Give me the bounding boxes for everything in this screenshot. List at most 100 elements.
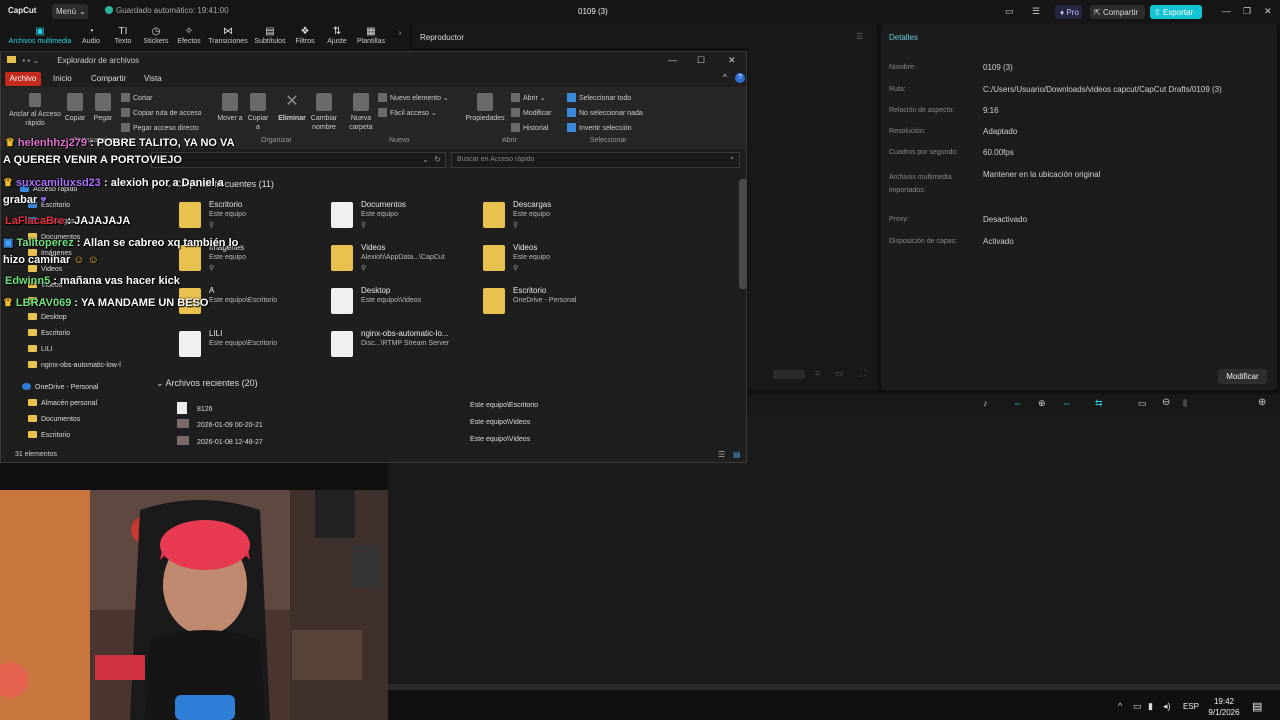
address-bar[interactable]: ⌄ ↻ [151,152,446,168]
explorer-maximize-icon[interactable]: ☐ [697,55,705,66]
edit-button[interactable]: Modificar [511,108,551,117]
rename-button[interactable]: Cambiar nombre [307,93,341,132]
player-menu-icon[interactable]: ☰ [856,32,863,41]
easy-access-button[interactable]: Fácil acceso ⌄ [378,108,437,117]
chevron-up-icon[interactable]: ^ [1118,701,1122,711]
subtitle-track-icon[interactable]: ▭ [1138,398,1147,409]
move-to-button[interactable]: Mover a [217,93,243,123]
copy-button[interactable]: Copiar [63,93,87,123]
select-all-button[interactable]: Seleccionar todo [567,93,631,102]
tab-templates[interactable]: ▦ Plantillas [354,26,388,45]
nav-item[interactable]: Escritorio [28,431,70,439]
battery-icon[interactable]: ▮ [1148,701,1153,712]
nav-item[interactable]: nginx-obs-automatic-low-l [28,361,121,369]
crop-icon[interactable]: ⌗ [815,368,820,379]
open-button[interactable]: Abrir ⌄ [511,93,546,102]
preview-axis-icon[interactable]: ⇆ [1095,398,1103,409]
recent-file-row[interactable]: 8126 Este equipo\Escritorio [177,402,538,414]
nav-item[interactable]: Documentos [28,415,80,423]
minimize-icon[interactable]: — [1222,6,1231,16]
folder-tile[interactable]: Videos Este equipo ⚲ [483,243,633,279]
folder-tile[interactable]: LILI Este equipo\Escritorio [179,329,329,365]
close-icon[interactable]: ✕ [1264,6,1272,17]
aspect-icon[interactable]: ▭ [835,368,844,379]
copy-path-button[interactable]: Copiar ruta de acceso [121,108,201,117]
cut-button[interactable]: Cortar [121,93,152,102]
explorer-minimize-icon[interactable]: — [668,55,677,65]
tab-effects[interactable]: ✧ Efectos [175,26,203,45]
folder-tile[interactable]: nginx-obs-automatic-lo... Disc...\RTMP St… [331,329,481,365]
new-folder-button[interactable]: Nueva carpeta [345,93,377,132]
zoom-in-icon[interactable]: ⊕ [1258,397,1266,408]
details-view-icon[interactable]: ☰ [718,450,725,459]
share-button[interactable]: ⇱ Compartir [1090,5,1145,19]
select-none-button[interactable]: No seleccionar nada [567,108,643,117]
tab-share[interactable]: Compartir [91,74,126,83]
paste-shortcut-button[interactable]: Pegar acceso directo [121,123,199,132]
paste-button[interactable]: Pegar [91,93,115,123]
folder-tile[interactable]: Documentos Este equipo ⚲ [331,200,481,236]
search-input[interactable]: Buscar en Acceso rápido ⌕ [451,152,740,168]
recent-file-row[interactable]: 2026-01-08 12-48-27 Este equipo\Videos [177,436,530,446]
folder-tile[interactable]: Descargas Este equipo ⚲ [483,200,633,236]
tab-home[interactable]: Inicio [53,74,72,83]
history-button[interactable]: Historial [511,123,548,132]
language-indicator[interactable]: ESP [1183,702,1199,711]
quick-access-toolbar-icon[interactable]: ▪ ▪ ⌄ [22,56,39,65]
nav-item[interactable]: Escritorio [28,329,70,337]
properties-button[interactable]: Propiedades [463,93,507,123]
zoom-out-icon[interactable]: ⊖ [1162,397,1170,408]
tab-stickers[interactable]: ◷ Stickers [140,26,172,45]
tab-audio[interactable]: ◔ Audio [78,26,104,45]
recent-file-row[interactable]: 2026-01-09 00-20-21 Este equipo\Videos [177,419,530,429]
folder-tile[interactable]: Videos Alexioh\AppData...\CapCut ⚲ [331,243,481,279]
tab-filters[interactable]: ❖ Filtros [292,26,318,45]
invert-selection-button[interactable]: Invertir selección [567,123,632,132]
tab-view[interactable]: Vista [144,74,162,83]
nav-item[interactable]: LILI [28,345,53,353]
nav-item[interactable]: Videos [28,265,62,273]
export-button[interactable]: ⇧ Exportar [1150,5,1202,19]
tab-adjust[interactable]: ⇅ Ajuste [323,26,351,45]
tab-subtitles[interactable]: ▤ Subtítulos [252,26,288,45]
layout-icon[interactable]: ▭ [1005,6,1014,17]
link-icon[interactable]: ⇔ [1013,398,1022,408]
panel-icon[interactable]: ☰ [1032,6,1040,17]
content-scrollbar[interactable] [739,179,747,289]
volume-icon[interactable]: ◂) [1163,701,1171,712]
tab-text[interactable]: TI Texto [110,26,136,45]
chevron-down-icon[interactable]: ⌄ [422,155,429,164]
track-link-icon[interactable]: ⇔ [1062,398,1071,408]
tab-media[interactable]: ▣ Archivos multimedia [6,26,74,45]
nav-item[interactable]: OneDrive - Personal [22,383,98,391]
nav-item[interactable]: Almacén personal [28,399,97,407]
menu-button[interactable]: Menú ⌄ [52,4,88,19]
notification-icon[interactable]: ▤ [1252,700,1262,713]
network-icon[interactable]: ▭ [1133,701,1142,712]
delete-button[interactable]: ✕ Eliminar [277,93,307,123]
new-item-button[interactable]: Nuevo elemento ⌄ [378,93,449,102]
toolbar-more-icon[interactable]: › [394,30,406,37]
ratio-button[interactable] [773,370,805,379]
folder-tile[interactable]: Escritorio OneDrive - Personal [483,286,633,322]
explorer-close-icon[interactable]: ✕ [728,55,736,66]
folder-tile[interactable]: Escritorio Este equipo ⚲ [179,200,329,236]
recent-files-header[interactable]: ⌄ Archivos recientes (20) [156,378,258,389]
tab-transitions[interactable]: ⋈ Transiciones [207,26,249,45]
modify-button[interactable]: Modificar [1218,369,1267,384]
snap-icon[interactable]: ⊕ [1038,398,1046,409]
refresh-icon[interactable]: ↻ [434,155,441,164]
pin-quick-access-button[interactable]: Anclar al Acceso rápido [9,93,61,128]
fullscreen-icon[interactable]: ⛶ [860,368,866,379]
maximize-icon[interactable]: ❐ [1243,6,1251,17]
tab-file[interactable]: Archivo [5,72,41,86]
copy-to-button[interactable]: Copiar a [245,93,271,132]
help-icon[interactable]: ? [735,73,745,83]
collapse-ribbon-icon[interactable]: ^ [723,73,727,82]
folder-tile[interactable]: Desktop Este equipo\Videos [331,286,481,322]
zoom-slider[interactable] [1183,399,1187,407]
pro-button[interactable]: ♦ Pro [1055,5,1082,19]
clock[interactable]: 19:42 9/1/2026 [1204,696,1244,718]
tiles-view-icon[interactable]: ▤ [733,450,741,459]
microphone-icon[interactable]: ♪ [983,398,988,408]
